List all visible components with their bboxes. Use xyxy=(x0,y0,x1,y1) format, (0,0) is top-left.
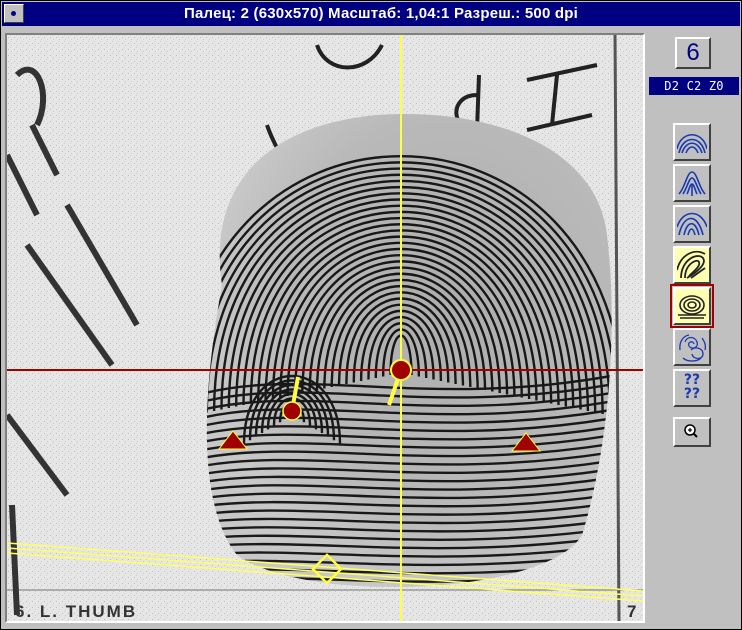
radial-loop-button[interactable] xyxy=(673,205,711,243)
fingerprint-image[interactable]: 6. L. THUMB 7 xyxy=(7,35,643,621)
plain-arch-icon xyxy=(677,133,707,154)
whorl-button[interactable] xyxy=(670,284,714,328)
card-corner-number: 7 xyxy=(627,602,636,621)
tented-arch-icon xyxy=(678,171,706,196)
card-caption: 6. L. THUMB xyxy=(15,602,137,621)
classification-codes: D2 C2 Z0 xyxy=(649,77,739,95)
tented-arch-button[interactable] xyxy=(673,164,711,202)
main-window: Палец: 2 (630x570) Масштаб: 1,04:1 Разре… xyxy=(0,0,742,630)
finger-number-button[interactable]: 6 xyxy=(675,37,711,69)
fingerprint-viewport[interactable]: 6. L. THUMB 7 xyxy=(5,33,645,623)
unknown-pattern-button[interactable]: ???? xyxy=(673,369,711,407)
title-bar[interactable]: Палец: 2 (630x570) Масштаб: 1,04:1 Разре… xyxy=(2,2,740,26)
core-marker-icon[interactable] xyxy=(282,401,302,421)
core-marker-icon[interactable] xyxy=(390,359,412,381)
accidental-button[interactable] xyxy=(673,328,711,366)
system-menu-button[interactable] xyxy=(4,4,24,23)
window-title: Палец: 2 (630x570) Масштаб: 1,04:1 Разре… xyxy=(184,5,578,22)
whorl-icon xyxy=(678,295,706,319)
radial-loop-icon xyxy=(677,212,707,236)
classification-panel: 6 D2 C2 Z0 ?? ?? xyxy=(647,33,741,623)
accidental-icon xyxy=(679,334,707,362)
zoom-button[interactable] xyxy=(673,417,711,447)
plain-arch-button[interactable] xyxy=(673,123,711,161)
ulnar-loop-button[interactable] xyxy=(673,246,711,284)
ulnar-loop-icon xyxy=(677,250,706,279)
zoom-in-icon xyxy=(684,424,698,438)
unknown-pattern-icon: ???? xyxy=(683,372,701,402)
